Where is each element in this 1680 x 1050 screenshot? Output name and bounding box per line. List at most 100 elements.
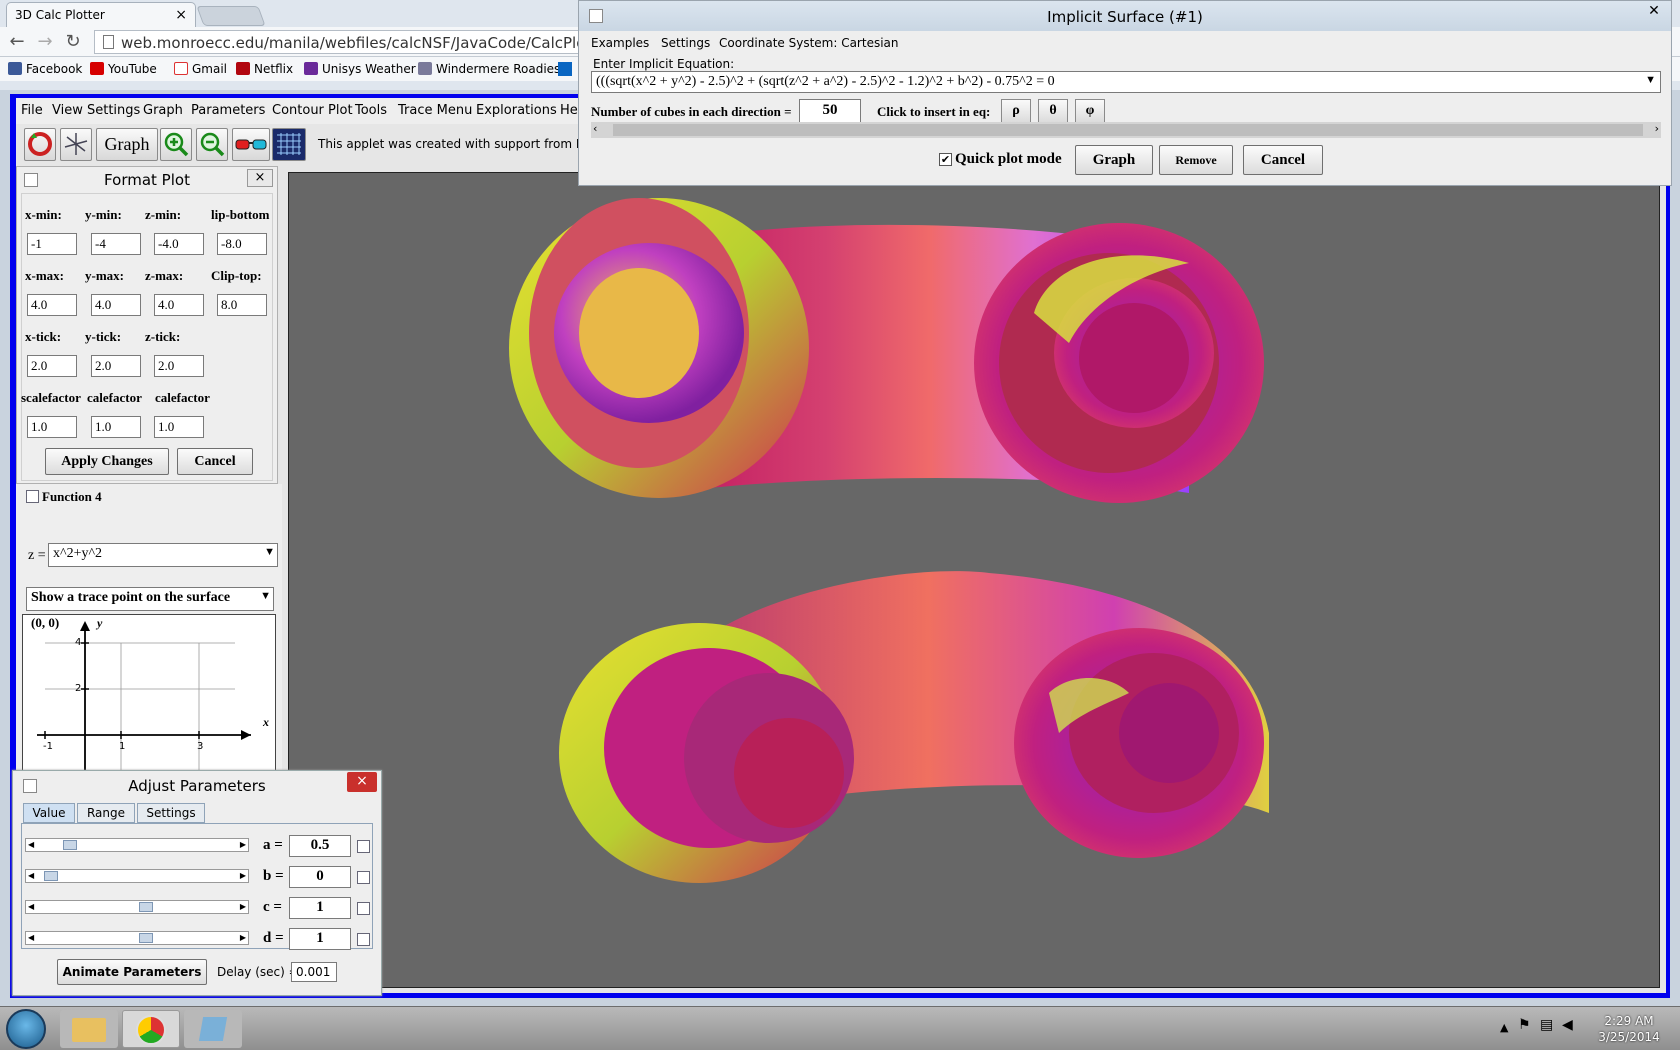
- horizontal-scrollbar[interactable]: ‹ ›: [591, 122, 1661, 138]
- zoom-out-icon[interactable]: [196, 128, 228, 161]
- slider-right-icon[interactable]: ▶: [240, 870, 246, 882]
- menu-file[interactable]: File: [21, 103, 43, 118]
- slider-thumb[interactable]: [43, 871, 58, 881]
- menu-explorations[interactable]: Explorations: [476, 103, 557, 118]
- forward-icon[interactable]: →: [34, 31, 56, 53]
- tab-settings[interactable]: Settings: [137, 803, 205, 823]
- param-slider[interactable]: ◀ ▶: [25, 900, 249, 914]
- menu-graph[interactable]: Graph: [143, 103, 183, 118]
- bookmark-windermere[interactable]: Windermere Roadies: [418, 62, 560, 76]
- scroll-right-icon[interactable]: ›: [1655, 122, 1659, 135]
- param-value-input[interactable]: 1: [289, 897, 351, 919]
- start-button-icon[interactable]: [6, 1009, 46, 1049]
- param-slider[interactable]: ◀ ▶: [25, 838, 249, 852]
- axes-icon[interactable]: [60, 128, 92, 161]
- new-tab-button[interactable]: [196, 6, 266, 26]
- menu-trace[interactable]: Trace Menu: [398, 103, 472, 118]
- bookmark-netflix[interactable]: Netflix: [236, 62, 293, 76]
- bookmark-gmail[interactable]: Gmail: [174, 62, 227, 76]
- 3d-plot-canvas[interactable]: [288, 172, 1660, 988]
- explorer-icon[interactable]: [60, 1010, 118, 1048]
- x-max-input[interactable]: 4.0: [27, 294, 77, 316]
- x-scalefactor-input[interactable]: 1.0: [27, 416, 77, 438]
- dialog-graph-button[interactable]: Graph: [1075, 145, 1153, 175]
- z-max-input[interactable]: 4.0: [154, 294, 204, 316]
- tab-range[interactable]: Range: [77, 803, 135, 823]
- slider-left-icon[interactable]: ◀: [28, 932, 34, 944]
- bookmark-facebook[interactable]: Facebook: [8, 62, 82, 76]
- param-checkbox[interactable]: [357, 871, 370, 884]
- app-taskbar-icon[interactable]: [184, 1010, 242, 1048]
- tab-close-icon[interactable]: ×: [175, 7, 187, 23]
- x-min-input[interactable]: -1: [27, 233, 77, 255]
- insert-phi-button[interactable]: φ: [1075, 99, 1105, 123]
- function4-checkbox[interactable]: [26, 490, 39, 503]
- param-value-input[interactable]: 1: [289, 928, 351, 950]
- slider-right-icon[interactable]: ▶: [240, 932, 246, 944]
- bookmark-unisys-weather[interactable]: Unisys Weather: [304, 62, 416, 76]
- insert-theta-button[interactable]: θ: [1038, 99, 1068, 123]
- network-icon[interactable]: ▤: [1540, 1017, 1553, 1033]
- slider-left-icon[interactable]: ◀: [28, 870, 34, 882]
- menu-contour-plot[interactable]: Contour Plot: [272, 103, 353, 118]
- z-min-input[interactable]: -4.0: [154, 233, 204, 255]
- close-icon[interactable]: ×: [247, 169, 273, 187]
- z-function-input[interactable]: x^2+y^2 ▼: [48, 543, 278, 567]
- menu-examples[interactable]: Examples: [591, 36, 649, 50]
- flag-icon[interactable]: ⚑: [1518, 1017, 1531, 1033]
- scroll-left-icon[interactable]: ‹: [593, 122, 597, 135]
- chrome-taskbar-icon[interactable]: [122, 1010, 180, 1048]
- linkedin-icon[interactable]: [558, 62, 572, 76]
- z-tick-input[interactable]: 2.0: [154, 355, 204, 377]
- browser-tab[interactable]: 3D Calc Plotter ×: [6, 2, 196, 27]
- slider-right-icon[interactable]: ▶: [240, 839, 246, 851]
- slider-left-icon[interactable]: ◀: [28, 839, 34, 851]
- graph-button[interactable]: Graph: [96, 128, 158, 161]
- slider-thumb[interactable]: [138, 933, 153, 943]
- param-checkbox[interactable]: [357, 933, 370, 946]
- menu-view-settings[interactable]: View Settings: [52, 103, 140, 118]
- clock[interactable]: 2:29 AM 3/25/2014: [1594, 1013, 1664, 1045]
- close-icon[interactable]: ✕: [1641, 3, 1667, 23]
- y-scalefactor-input[interactable]: 1.0: [91, 416, 141, 438]
- slider-right-icon[interactable]: ▶: [240, 901, 246, 913]
- format-cancel-button[interactable]: Cancel: [177, 448, 253, 475]
- param-checkbox[interactable]: [357, 902, 370, 915]
- clip-bottom-input[interactable]: -8.0: [217, 233, 267, 255]
- param-value-input[interactable]: 0: [289, 866, 351, 888]
- y-max-input[interactable]: 4.0: [91, 294, 141, 316]
- back-icon[interactable]: ←: [6, 31, 28, 53]
- y-min-input[interactable]: -4: [91, 233, 141, 255]
- trace-graph[interactable]: (0, 0) y x 4 2 -1 1 3: [22, 614, 276, 774]
- tab-value[interactable]: Value: [23, 803, 75, 823]
- zoom-in-icon[interactable]: [160, 128, 192, 161]
- equation-input[interactable]: (((sqrt(x^2 + y^2) - 2.5)^2 + (sqrt(z^2 …: [591, 71, 1661, 93]
- chevron-down-icon[interactable]: ▼: [1645, 74, 1656, 86]
- slider-left-icon[interactable]: ◀: [28, 901, 34, 913]
- quick-plot-checkbox[interactable]: ✔: [939, 153, 952, 166]
- volume-icon[interactable]: ◀: [1562, 1017, 1573, 1033]
- dialog-remove-button[interactable]: Remove: [1159, 145, 1233, 175]
- reload-icon[interactable]: ↻: [62, 31, 84, 53]
- menu-coordinate-system[interactable]: Coordinate System: Cartesian: [719, 36, 899, 50]
- apply-changes-button[interactable]: Apply Changes: [45, 448, 169, 475]
- close-icon[interactable]: ×: [347, 772, 377, 792]
- chevron-down-icon[interactable]: ▼: [264, 546, 275, 558]
- bookmark-youtube[interactable]: YouTube: [90, 62, 157, 76]
- y-tick-input[interactable]: 2.0: [91, 355, 141, 377]
- delay-input[interactable]: 0.001: [291, 962, 337, 982]
- grid-icon[interactable]: [272, 128, 306, 161]
- dialog-cancel-button[interactable]: Cancel: [1243, 145, 1323, 175]
- menu-tools[interactable]: Tools: [355, 103, 387, 118]
- 3d-glasses-icon[interactable]: [232, 128, 270, 161]
- param-value-input[interactable]: 0.5: [289, 835, 351, 857]
- menu-settings[interactable]: Settings: [661, 36, 710, 50]
- clip-top-input[interactable]: 8.0: [217, 294, 267, 316]
- param-slider[interactable]: ◀ ▶: [25, 931, 249, 945]
- scrollbar-thumb[interactable]: [613, 124, 1643, 136]
- rotate-icon[interactable]: [24, 128, 56, 161]
- param-checkbox[interactable]: [357, 840, 370, 853]
- slider-thumb[interactable]: [62, 840, 77, 850]
- cubes-input[interactable]: 50: [799, 99, 861, 123]
- x-tick-input[interactable]: 2.0: [27, 355, 77, 377]
